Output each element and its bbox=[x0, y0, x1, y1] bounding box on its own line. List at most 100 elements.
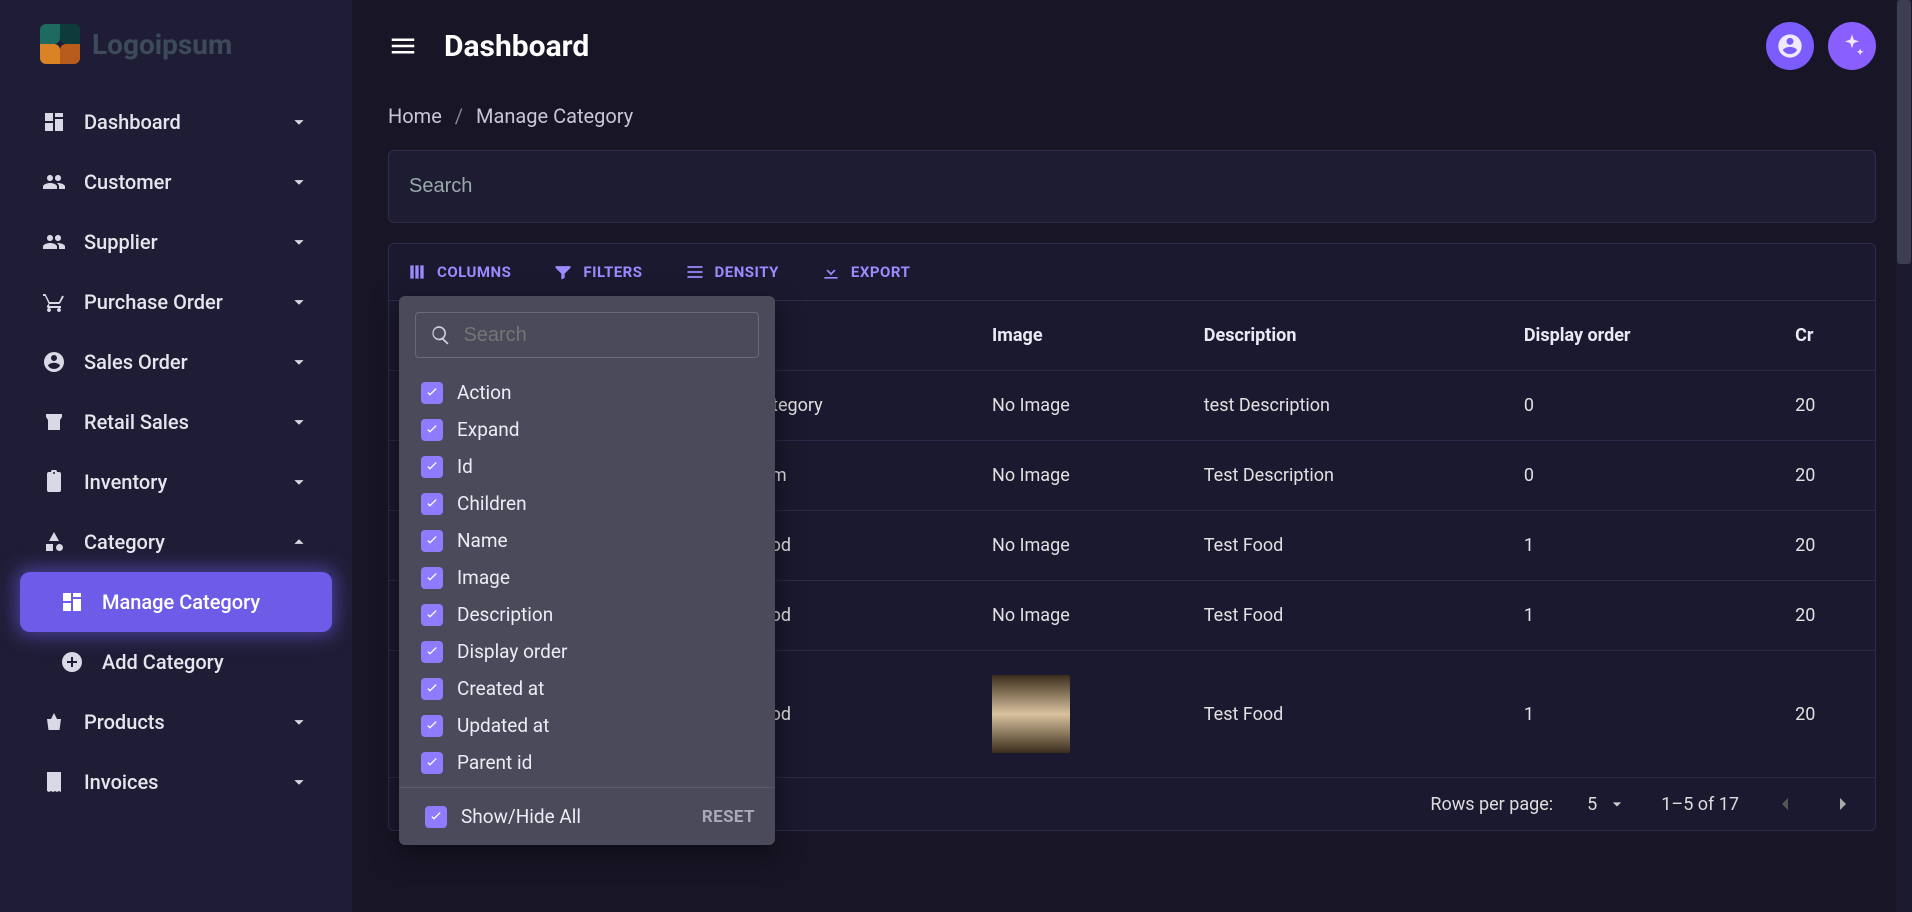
cell-image bbox=[980, 651, 1192, 778]
scrollbar-thumb[interactable] bbox=[1897, 0, 1911, 264]
columns-search[interactable] bbox=[415, 312, 759, 358]
checkbox-checked-icon bbox=[421, 604, 443, 626]
checkbox-checked-icon bbox=[421, 419, 443, 441]
cell-display-order: 1 bbox=[1512, 651, 1783, 778]
sidebar-item-purchase-order[interactable]: Purchase Order bbox=[20, 272, 332, 332]
clipboard-icon bbox=[42, 470, 66, 494]
menu-icon[interactable] bbox=[388, 31, 418, 61]
sidebar-item-invoices[interactable]: Invoices bbox=[20, 752, 332, 812]
topbar: Dashboard bbox=[352, 0, 1912, 92]
checkbox-checked-icon bbox=[421, 456, 443, 478]
cell-description: Test Description bbox=[1192, 441, 1512, 511]
sidebar-item-add-category[interactable]: Add Category bbox=[20, 632, 332, 692]
columns-option[interactable]: Id bbox=[415, 448, 759, 485]
rows-per-page-label: Rows per page: bbox=[1430, 794, 1553, 815]
receipt-icon bbox=[42, 770, 66, 794]
columns-option[interactable]: Children bbox=[415, 485, 759, 522]
checkbox-checked-icon bbox=[421, 493, 443, 515]
filters-button[interactable]: FILTERS bbox=[547, 256, 648, 288]
breadcrumb-current: Manage Category bbox=[476, 104, 633, 128]
chevron-down-icon bbox=[288, 231, 310, 253]
cell-display-order: 1 bbox=[1512, 511, 1783, 581]
columns-button[interactable]: COLUMNS bbox=[401, 256, 517, 288]
columns-showhide-all[interactable]: Show/Hide All bbox=[419, 798, 587, 835]
checkbox-checked-icon bbox=[425, 806, 447, 828]
grid-icon bbox=[60, 590, 84, 614]
checkbox-checked-icon bbox=[421, 530, 443, 552]
density-icon bbox=[685, 262, 705, 282]
prev-page-button[interactable] bbox=[1773, 792, 1797, 816]
sidebar-item-retail-sales[interactable]: Retail Sales bbox=[20, 392, 332, 452]
density-button[interactable]: DENSITY bbox=[679, 256, 785, 288]
cell-display-order: 1 bbox=[1512, 581, 1783, 651]
sparkle-button[interactable] bbox=[1828, 22, 1876, 70]
thumbnail-image bbox=[992, 675, 1070, 753]
checkbox-checked-icon bbox=[421, 567, 443, 589]
basket-icon bbox=[42, 710, 66, 734]
export-button[interactable]: EXPORT bbox=[815, 256, 916, 288]
sidebar-item-manage-category[interactable]: Manage Category bbox=[20, 572, 332, 632]
columns-option[interactable]: Action bbox=[415, 374, 759, 411]
columns-option[interactable]: Description bbox=[415, 596, 759, 633]
search-icon bbox=[430, 323, 451, 347]
sidebar-item-category[interactable]: Category bbox=[20, 512, 332, 572]
col-image[interactable]: Image bbox=[980, 301, 1192, 371]
account-button[interactable] bbox=[1766, 22, 1814, 70]
cell-created: 20 bbox=[1783, 651, 1875, 778]
main: Dashboard Home / Manage Category bbox=[352, 0, 1912, 912]
chevron-down-icon bbox=[288, 711, 310, 733]
search-input[interactable] bbox=[388, 150, 1876, 223]
pagination-range: 1–5 of 17 bbox=[1661, 794, 1739, 815]
sidebar-item-products[interactable]: Products bbox=[20, 692, 332, 752]
columns-option[interactable]: Created at bbox=[415, 670, 759, 707]
checkbox-checked-icon bbox=[421, 641, 443, 663]
sidebar-item-customer[interactable]: Customer bbox=[20, 152, 332, 212]
checkbox-checked-icon bbox=[421, 715, 443, 737]
chevron-down-icon bbox=[288, 771, 310, 793]
account-icon bbox=[1776, 32, 1804, 60]
columns-option[interactable]: Parent id bbox=[415, 744, 759, 781]
cell-description: Test Food bbox=[1192, 651, 1512, 778]
col-created[interactable]: Cr bbox=[1783, 301, 1875, 371]
logo: Logoipsum bbox=[0, 12, 352, 92]
chevron-down-icon bbox=[288, 471, 310, 493]
sidebar-item-dashboard[interactable]: Dashboard bbox=[20, 92, 332, 152]
columns-icon bbox=[407, 262, 427, 282]
sidebar-item-supplier[interactable]: Supplier bbox=[20, 212, 332, 272]
chevron-up-icon bbox=[288, 531, 310, 553]
download-icon bbox=[821, 262, 841, 282]
checkbox-checked-icon bbox=[421, 382, 443, 404]
columns-option[interactable]: Expand bbox=[415, 411, 759, 448]
columns-popover: ActionExpandIdChildrenNameImageDescripti… bbox=[399, 296, 775, 845]
page-title: Dashboard bbox=[444, 29, 589, 64]
columns-reset-button[interactable]: RESET bbox=[702, 807, 755, 827]
columns-option[interactable]: Name bbox=[415, 522, 759, 559]
sparkle-icon bbox=[1838, 32, 1866, 60]
data-grid: COLUMNS FILTERS DENSITY EXPORT bbox=[388, 243, 1876, 831]
checkbox-checked-icon bbox=[421, 678, 443, 700]
logo-mark-icon bbox=[40, 24, 80, 64]
columns-search-input[interactable] bbox=[463, 324, 744, 347]
scrollbar[interactable] bbox=[1896, 0, 1912, 912]
chevron-down-icon bbox=[288, 111, 310, 133]
columns-option[interactable]: Display order bbox=[415, 633, 759, 670]
chevron-down-icon bbox=[288, 291, 310, 313]
cell-description: Test Food bbox=[1192, 511, 1512, 581]
cell-created: 20 bbox=[1783, 441, 1875, 511]
sidebar-item-inventory[interactable]: Inventory bbox=[20, 452, 332, 512]
sidebar-item-sales-order[interactable]: Sales Order bbox=[20, 332, 332, 392]
col-description[interactable]: Description bbox=[1192, 301, 1512, 371]
grid-toolbar: COLUMNS FILTERS DENSITY EXPORT bbox=[389, 244, 1875, 301]
cell-image: No Image bbox=[980, 441, 1192, 511]
next-page-button[interactable] bbox=[1831, 792, 1855, 816]
category-icon bbox=[42, 530, 66, 554]
col-display-order[interactable]: Display order bbox=[1512, 301, 1783, 371]
cell-image: No Image bbox=[980, 581, 1192, 651]
breadcrumb-home[interactable]: Home bbox=[388, 104, 442, 128]
columns-option[interactable]: Image bbox=[415, 559, 759, 596]
people-icon bbox=[42, 230, 66, 254]
columns-option[interactable]: Updated at bbox=[415, 707, 759, 744]
cell-display-order: 0 bbox=[1512, 441, 1783, 511]
chevron-down-icon bbox=[288, 351, 310, 373]
rows-per-page-select[interactable]: 5 bbox=[1587, 794, 1627, 815]
